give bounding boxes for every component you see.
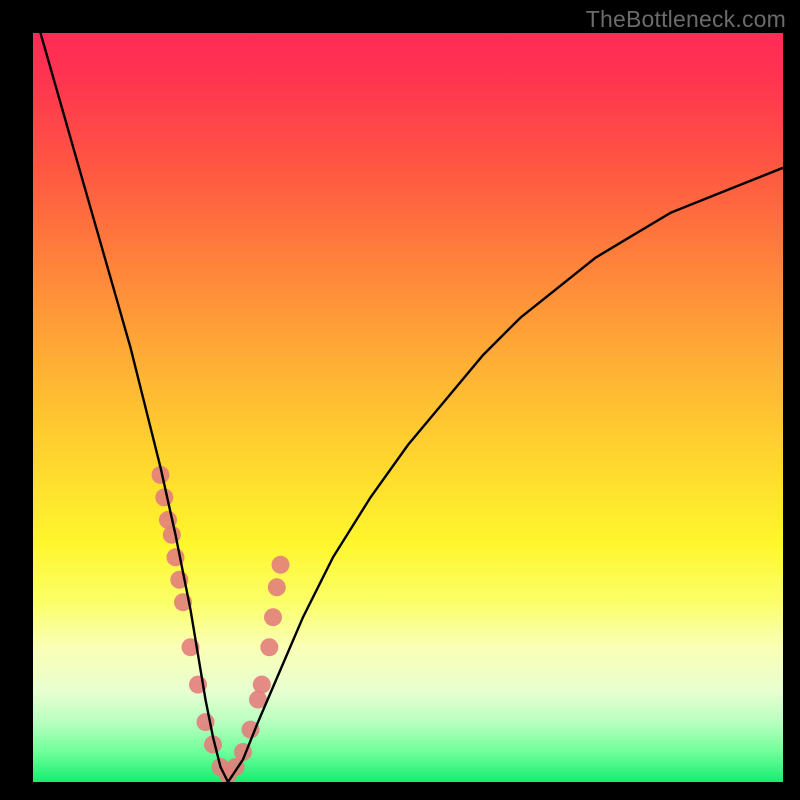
marker-dot <box>182 638 200 656</box>
chart-svg <box>33 33 783 782</box>
marker-dot <box>253 676 271 694</box>
marker-dot <box>167 548 185 566</box>
marker-dot <box>159 511 177 529</box>
marker-dot <box>264 608 282 626</box>
marker-dot <box>204 736 222 754</box>
marker-dot <box>234 743 252 761</box>
marker-band-group <box>152 466 290 782</box>
marker-dot <box>170 571 188 589</box>
marker-dot <box>212 758 230 776</box>
marker-dot <box>268 578 286 596</box>
marker-dot <box>219 766 237 783</box>
marker-dot <box>189 676 207 694</box>
marker-dot <box>155 488 173 506</box>
marker-dot <box>227 758 245 776</box>
bottleneck-curve <box>41 33 784 782</box>
marker-dot <box>260 638 278 656</box>
chart-frame: TheBottleneck.com <box>0 0 800 800</box>
marker-dot <box>174 593 192 611</box>
marker-dot <box>197 713 215 731</box>
marker-dot <box>163 526 181 544</box>
plot-area <box>33 33 783 782</box>
marker-dot <box>152 466 170 484</box>
marker-dot <box>242 721 260 739</box>
marker-dot <box>249 691 267 709</box>
watermark-text: TheBottleneck.com <box>586 6 786 33</box>
marker-dot <box>272 556 290 574</box>
